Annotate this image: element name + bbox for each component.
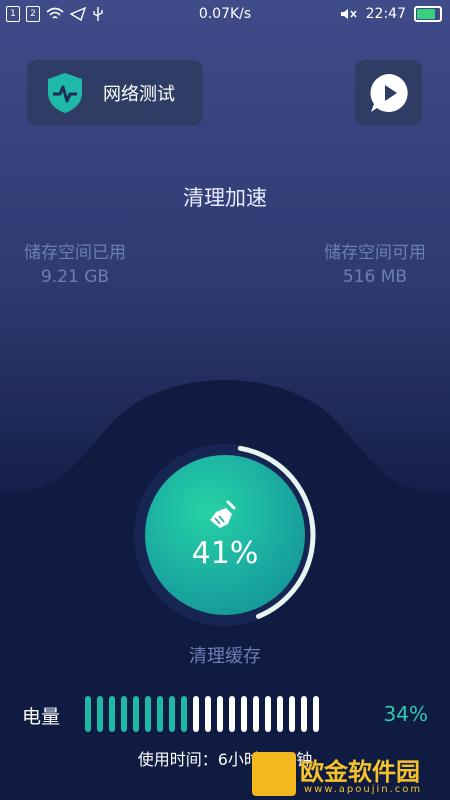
battery-segment: [85, 696, 91, 732]
storage-free: 储存空间可用 516 MB: [310, 238, 440, 287]
battery-segment: [313, 696, 319, 732]
watermark-logo-icon: [252, 752, 296, 796]
watermark-domain: www.apoujin.com: [304, 784, 423, 795]
shield-pulse-icon: [48, 73, 82, 113]
battery-segment: [229, 696, 235, 732]
network-test-button[interactable]: 网络测试: [27, 60, 203, 126]
battery-segment: [133, 696, 139, 732]
battery-icon: [414, 6, 442, 22]
mute-icon: [340, 9, 357, 19]
battery-percent: 34%: [383, 702, 428, 726]
storage-used: 储存空间已用 9.21 GB: [10, 238, 140, 287]
battery-segment: [205, 696, 211, 732]
battery-segment: [217, 696, 223, 732]
page-title: 清理加速: [183, 186, 267, 210]
battery-segment: [169, 696, 175, 732]
battery-segment: [181, 696, 187, 732]
battery-segment: [241, 696, 247, 732]
clean-button[interactable]: 41%: [145, 455, 305, 615]
broom-icon: [210, 500, 236, 528]
video-button[interactable]: [355, 60, 422, 126]
status-bar: 1 2 0.07K/s 22:47: [0, 0, 450, 30]
battery-segment: [289, 696, 295, 732]
battery-segment: [109, 696, 115, 732]
storage-free-value: 516 MB: [342, 267, 408, 287]
watermark: 欧金软件园 www.apoujin.com: [252, 752, 450, 800]
network-test-label: 网络测试: [103, 84, 175, 105]
battery-segment: [157, 696, 163, 732]
watermark-brand: 欧金软件园: [300, 758, 420, 786]
storage-used-label: 储存空间已用: [24, 243, 126, 263]
play-icon: [369, 74, 408, 112]
battery-label: 电量: [22, 706, 61, 728]
battery-segment: [253, 696, 259, 732]
battery-segment: [97, 696, 103, 732]
battery-segment: [301, 696, 307, 732]
battery-segment: [265, 696, 271, 732]
clock: 22:47: [365, 6, 406, 22]
battery-segment: [277, 696, 283, 732]
battery-segment: [193, 696, 199, 732]
storage-used-value: 9.21 GB: [40, 267, 110, 287]
storage-free-label: 储存空间可用: [324, 243, 426, 263]
clean-percent: 41%: [191, 535, 259, 571]
clean-cache-label: 清理缓存: [189, 646, 261, 667]
battery-segment: [145, 696, 151, 732]
battery-level-bars: [85, 696, 330, 732]
battery-segment: [121, 696, 127, 732]
